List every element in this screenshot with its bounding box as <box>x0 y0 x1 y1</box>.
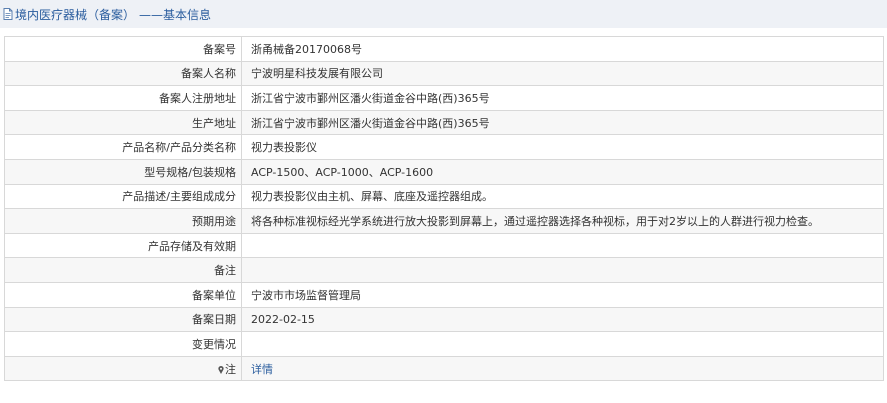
row-value <box>241 257 884 283</box>
row-label: 型号规格/包装规格 <box>4 158 242 185</box>
table-row: 备案人名称 宁波明星科技发展有限公司 <box>4 60 884 87</box>
note-label-cell: 注 <box>4 355 242 382</box>
note-value-cell: 详情 <box>241 355 884 382</box>
table-row: 生产地址 浙江省宁波市鄞州区潘火街道金谷中路(西)365号 <box>4 109 884 136</box>
table-row: 备案单位 宁波市市场监督管理局 <box>4 281 884 308</box>
row-label: 备案人注册地址 <box>4 85 242 111</box>
row-label: 备注 <box>4 257 242 283</box>
row-label: 产品存储及有效期 <box>4 232 242 259</box>
table-row: 产品存储及有效期 <box>4 232 884 259</box>
pin-icon <box>218 365 224 374</box>
row-value <box>241 331 884 357</box>
table-row: 变更情况 <box>4 331 884 357</box>
table-row: 备案号 浙甬械备20170068号 <box>4 36 884 62</box>
row-value: 浙江省宁波市鄞州区潘火街道金谷中路(西)365号 <box>241 85 884 111</box>
row-label: 备案单位 <box>4 281 242 308</box>
page-subtitle: ——基本信息 <box>139 7 212 22</box>
info-table: 备案号 浙甬械备20170068号 备案人名称 宁波明星科技发展有限公司 备案人注册地址… <box>4 36 884 382</box>
row-value: 将各种标准视标经光学系统进行放大投影到屏幕上，通过遥控器选择各种视标，用于对2岁… <box>241 208 884 234</box>
row-label: 生产地址 <box>4 109 242 136</box>
table-row: 产品名称/产品分类名称 视力表投影仪 <box>4 134 884 160</box>
row-value: 浙江省宁波市鄞州区潘火街道金谷中路(西)365号 <box>241 109 884 136</box>
scrollbar-track[interactable] <box>883 100 887 340</box>
table-row: 产品描述/主要组成成分 视力表投影仪由主机、屏幕、底座及遥控器组成。 <box>4 183 884 210</box>
table-row: 型号规格/包装规格 ACP-1500、ACP-1000、ACP-1600 <box>4 158 884 185</box>
row-value: 宁波明星科技发展有限公司 <box>241 60 884 87</box>
document-icon <box>3 8 13 20</box>
row-value <box>241 232 884 259</box>
table-row: 备案人注册地址 浙江省宁波市鄞州区潘火街道金谷中路(西)365号 <box>4 85 884 111</box>
row-value: 视力表投影仪由主机、屏幕、底座及遥控器组成。 <box>241 183 884 210</box>
row-value: 视力表投影仪 <box>241 134 884 160</box>
row-value: ACP-1500、ACP-1000、ACP-1600 <box>241 158 884 185</box>
page-header: 境内医疗器械（备案） ——基本信息 <box>0 0 887 28</box>
row-value: 浙甬械备20170068号 <box>241 36 884 62</box>
row-label: 备案号 <box>4 36 242 62</box>
row-label: 变更情况 <box>4 331 242 357</box>
row-label: 预期用途 <box>4 208 242 234</box>
table-row: 备注 <box>4 257 884 283</box>
row-label: 备案日期 <box>4 306 242 333</box>
table-row: 备案日期 2022-02-15 <box>4 306 884 333</box>
table-row: 预期用途 将各种标准视标经光学系统进行放大投影到屏幕上，通过遥控器选择各种视标，用… <box>4 208 884 234</box>
row-label: 产品描述/主要组成成分 <box>4 183 242 210</box>
info-table-container: 备案号 浙甬械备20170068号 备案人名称 宁波明星科技发展有限公司 备案人注册地址… <box>4 36 884 382</box>
row-value: 2022-02-15 <box>241 306 884 333</box>
table-row-note: 注 详情 <box>4 355 884 382</box>
details-link[interactable]: 详情 <box>251 363 273 376</box>
note-label: 注 <box>225 362 236 376</box>
row-label: 备案人名称 <box>4 60 242 87</box>
page-title: 境内医疗器械（备案） <box>15 7 136 22</box>
row-value: 宁波市市场监督管理局 <box>241 281 884 308</box>
row-label: 产品名称/产品分类名称 <box>4 134 242 160</box>
